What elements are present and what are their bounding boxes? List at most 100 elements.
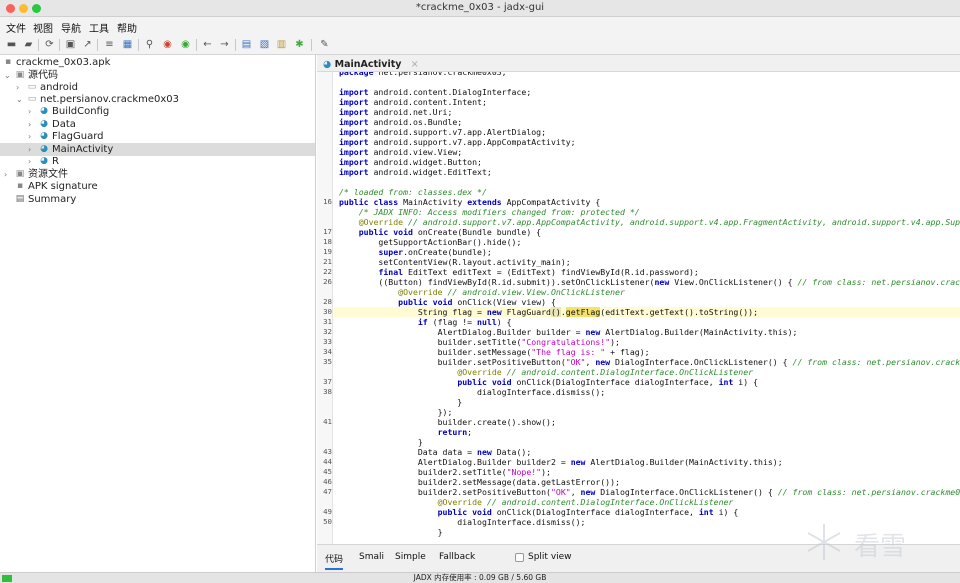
- tree-summary-label: Summary: [28, 194, 77, 205]
- chevron-right-icon[interactable]: ›: [28, 105, 31, 118]
- quark-icon[interactable]: ▤: [240, 38, 253, 51]
- close-tab-icon[interactable]: ×: [411, 59, 419, 70]
- source-folder-icon: ▣: [15, 70, 25, 80]
- code-line[interactable]: }: [339, 437, 423, 447]
- code-line[interactable]: builder.setMessage("The flag is: " + fla…: [339, 347, 650, 357]
- code-line[interactable]: @Override // android.content.DialogInter…: [339, 497, 734, 507]
- split-view-checkbox[interactable]: [515, 553, 524, 562]
- code-line[interactable]: public void onClick(View view) {: [339, 297, 556, 307]
- tab-fallback[interactable]: Fallback: [439, 552, 475, 562]
- code-line[interactable]: @Override // android.support.v7.app.AppC…: [339, 217, 960, 227]
- code-line[interactable]: import android.net.Uri;: [339, 107, 452, 117]
- code-line[interactable]: }: [339, 527, 443, 537]
- code-line[interactable]: builder2.setTitle("Nope!");: [339, 467, 551, 477]
- tree-root[interactable]: ▪ crackme_0x03.apk: [0, 56, 315, 69]
- chevron-right-icon[interactable]: ›: [28, 155, 31, 168]
- code-line[interactable]: import android.widget.Button;: [339, 157, 482, 167]
- deobfuscation-icon[interactable]: ▧: [258, 38, 271, 51]
- code-line[interactable]: import android.os.Bundle;: [339, 117, 462, 127]
- code-line[interactable]: public void onClick(DialogInterface dial…: [339, 507, 739, 517]
- code-line[interactable]: public void onClick(DialogInterface dial…: [339, 377, 758, 387]
- code-line[interactable]: super.onCreate(bundle);: [339, 247, 491, 257]
- code-line[interactable]: dialogInterface.dismiss();: [339, 387, 605, 397]
- code-line[interactable]: builder2.setPositiveButton("OK", new Dia…: [339, 487, 960, 497]
- title-bar: *crackme_0x03 - jadx-gui: [0, 0, 960, 17]
- tree-class-buildconfig[interactable]: › ◕ BuildConfig: [0, 105, 315, 118]
- code-line[interactable]: builder.setPositiveButton("OK", new Dial…: [339, 357, 960, 367]
- code-line[interactable]: import android.view.View;: [339, 147, 462, 157]
- line-number: 41: [323, 417, 332, 426]
- menu-help[interactable]: 帮助: [117, 20, 137, 35]
- code-line[interactable]: String flag = new FlagGuard().getFlag(ed…: [339, 307, 758, 317]
- code-line[interactable]: dialogInterface.dismiss();: [339, 517, 585, 527]
- code-line[interactable]: builder2.setMessage(data.getLastError())…: [339, 477, 620, 487]
- preferences-icon[interactable]: ✎: [318, 38, 331, 51]
- code-line[interactable]: AlertDialog.Builder builder2 = new Alert…: [339, 457, 783, 467]
- back-icon[interactable]: ←: [201, 38, 214, 51]
- open-icon[interactable]: ▬: [5, 38, 18, 51]
- line-number: 32: [323, 327, 332, 336]
- tree-summary[interactable]: ▤ Summary: [0, 193, 315, 206]
- code-area[interactable]: package net.persianov.crackme0x03; import…: [334, 72, 960, 544]
- add-files-icon[interactable]: ▰: [22, 38, 35, 51]
- tab-smali[interactable]: Smali: [359, 552, 384, 562]
- code-line[interactable]: import android.content.Intent;: [339, 97, 487, 107]
- reload-icon[interactable]: ⟳: [43, 38, 56, 51]
- code-line[interactable]: ((Button) findViewById(R.id.submit)).set…: [339, 277, 960, 287]
- code-line[interactable]: import android.content.DialogInterface;: [339, 87, 531, 97]
- code-line[interactable]: final EditText editText = (EditText) fin…: [339, 267, 698, 277]
- code-line[interactable]: getSupportActionBar().hide();: [339, 237, 521, 247]
- status-bar: JADX 内存使用率 : 0.09 GB / 5.60 GB: [0, 572, 960, 583]
- code-line[interactable]: @Override // android.view.View.OnClickLi…: [339, 287, 625, 297]
- code-line[interactable]: public void onCreate(Bundle bundle) {: [339, 227, 541, 237]
- tree-class-r[interactable]: › ◕ R: [0, 155, 315, 168]
- code-line[interactable]: import android.support.v7.app.AppCompatA…: [339, 137, 576, 147]
- menu-file[interactable]: 文件: [6, 20, 26, 35]
- sync-icon[interactable]: ≡: [103, 38, 116, 51]
- code-line[interactable]: });: [339, 407, 453, 417]
- class-icon: ◕: [40, 131, 48, 141]
- code-line[interactable]: /* loaded from: classes.dex */: [339, 187, 487, 197]
- package-icon: ▭: [27, 82, 37, 92]
- code-line[interactable]: return;: [339, 427, 473, 437]
- code-line[interactable]: public class MainActivity extends AppCom…: [339, 197, 600, 207]
- code-line[interactable]: setContentView(R.layout.activity_main);: [339, 257, 570, 267]
- code-line[interactable]: import android.widget.EditText;: [339, 167, 492, 177]
- tree-apk-signature-label: APK signature: [28, 181, 98, 192]
- code-line[interactable]: AlertDialog.Builder builder = new AlertD…: [339, 327, 798, 337]
- menu-view[interactable]: 视图: [33, 20, 53, 35]
- code-line[interactable]: import android.support.v7.app.AlertDialo…: [339, 127, 546, 137]
- tab-code[interactable]: 代码: [325, 552, 344, 570]
- export-icon[interactable]: ↗: [81, 38, 94, 51]
- search-icon[interactable]: ⚲: [143, 38, 156, 51]
- find-usage-icon[interactable]: ◉: [179, 38, 192, 51]
- tree-apk-signature[interactable]: ▪ APK signature: [0, 180, 315, 193]
- tab-simple[interactable]: Simple: [395, 552, 426, 562]
- code-line[interactable]: /* JADX INFO: Access modifiers changed f…: [339, 207, 640, 217]
- code-line[interactable]: @Override // android.content.DialogInter…: [339, 367, 753, 377]
- code-line[interactable]: package net.persianov.crackme0x03;: [339, 72, 507, 77]
- log-icon[interactable]: ▥: [275, 38, 288, 51]
- code-line[interactable]: }: [339, 397, 462, 407]
- toolbar: ▬ ▰ ⟳ ▣ ↗ ≡ ▦ ⚲ ◉ ◉ ← → ▤ ▧ ▥ ✱ ✎: [0, 35, 960, 55]
- save-icon[interactable]: ▣: [64, 38, 77, 51]
- code-line[interactable]: builder.setTitle("Congratulations!");: [339, 337, 620, 347]
- tree-class-flagguard[interactable]: › ◕ FlagGuard: [0, 130, 315, 143]
- line-number: 45: [323, 467, 332, 476]
- menu-navigate[interactable]: 导航: [61, 20, 81, 35]
- menu-tools[interactable]: 工具: [89, 20, 109, 35]
- tab-mainactivity[interactable]: ◕ MainActivity ×: [323, 57, 419, 72]
- menu-bar: 文件 视图 导航 工具 帮助: [0, 17, 960, 35]
- code-line[interactable]: if (flag != null) {: [339, 317, 512, 327]
- code-line[interactable]: Data data = new Data();: [339, 447, 531, 457]
- line-number: 37: [323, 377, 332, 386]
- flatten-icon[interactable]: ▦: [121, 38, 134, 51]
- line-number: 46: [323, 477, 332, 486]
- chevron-right-icon[interactable]: ›: [28, 130, 31, 143]
- debug-icon[interactable]: ✱: [293, 38, 306, 51]
- forward-icon[interactable]: →: [218, 38, 231, 51]
- class-icon: ◕: [40, 144, 48, 154]
- find-class-icon[interactable]: ◉: [161, 38, 174, 51]
- summary-icon: ▤: [15, 194, 25, 204]
- code-line[interactable]: builder.create().show();: [339, 417, 556, 427]
